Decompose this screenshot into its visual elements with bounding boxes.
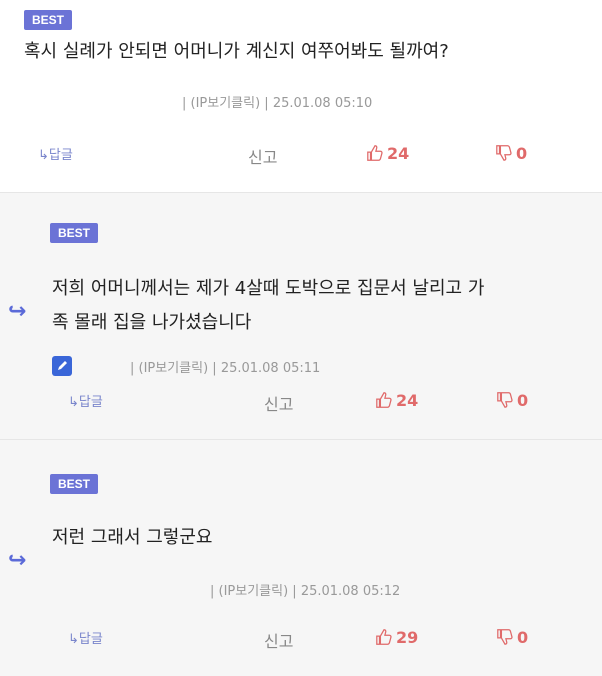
dislike-button[interactable]: 0 xyxy=(496,391,528,410)
thumbs-down-icon xyxy=(497,392,513,408)
like-count: 29 xyxy=(396,628,419,647)
comment-3: BEST ↪ 저런 그래서 그렇군요 | (IP보기클릭) | 25.01.08… xyxy=(0,440,602,676)
comment-text-line-2: 족 몰래 집을 나가셨습니다 xyxy=(52,312,252,333)
comment-1: BEST 혹시 실례가 안되면 어머니가 계신지 여쭈어봐도 될까여? | (I… xyxy=(0,0,602,193)
best-badge: BEST xyxy=(50,223,99,243)
dislike-count: 0 xyxy=(517,628,529,647)
edit-icon[interactable] xyxy=(52,356,72,376)
like-button[interactable]: 24 xyxy=(366,144,409,163)
report-button[interactable]: 신고 xyxy=(264,391,293,415)
dislike-button[interactable]: 0 xyxy=(495,144,527,163)
dislike-count: 0 xyxy=(516,144,528,163)
like-count: 24 xyxy=(387,144,410,163)
best-badge: BEST xyxy=(50,474,99,494)
comment-meta[interactable]: | (IP보기클릭) | 25.01.08 05:10 xyxy=(182,92,372,111)
like-count: 24 xyxy=(396,391,419,410)
comment-text-line-1: 저희 어머니께서는 제가 4살때 도박으로 집문서 날리고 가 xyxy=(52,278,485,299)
reply-button[interactable]: ↳답글 xyxy=(68,391,103,410)
like-button[interactable]: 24 xyxy=(375,391,418,410)
thumbs-up-icon xyxy=(367,145,383,161)
report-button[interactable]: 신고 xyxy=(264,628,293,652)
report-button[interactable]: 신고 xyxy=(248,144,277,168)
thumbs-down-icon xyxy=(496,145,512,161)
best-badge: BEST xyxy=(24,10,73,30)
comment-actions: ↳답글 신고 24 0 xyxy=(0,391,602,415)
thumbs-up-icon xyxy=(376,629,392,645)
thumbs-up-icon xyxy=(376,392,392,408)
comment-actions: ↳답글 신고 24 0 xyxy=(0,144,602,168)
reply-button[interactable]: ↳답글 xyxy=(68,628,103,647)
comment-actions: ↳답글 신고 29 0 xyxy=(0,628,602,652)
reply-arrow-icon: ↪ xyxy=(8,548,27,573)
comment-meta[interactable]: | (IP보기클릭) | 25.01.08 05:12 xyxy=(210,580,400,599)
thumbs-down-icon xyxy=(497,629,513,645)
comment-text: 혹시 실례가 안되면 어머니가 계신지 여쭈어봐도 될까여? xyxy=(24,41,449,62)
comment-2: BEST ↪ 저희 어머니께서는 제가 4살때 도박으로 집문서 날리고 가 족… xyxy=(0,193,602,440)
comment-meta[interactable]: | (IP보기클릭) | 25.01.08 05:11 xyxy=(130,357,320,376)
comment-text: 저런 그래서 그렇군요 xyxy=(52,527,213,548)
like-button[interactable]: 29 xyxy=(375,628,418,647)
dislike-count: 0 xyxy=(517,391,529,410)
dislike-button[interactable]: 0 xyxy=(496,628,528,647)
reply-arrow-icon: ↪ xyxy=(8,299,27,324)
reply-button[interactable]: ↳답글 xyxy=(38,144,73,163)
